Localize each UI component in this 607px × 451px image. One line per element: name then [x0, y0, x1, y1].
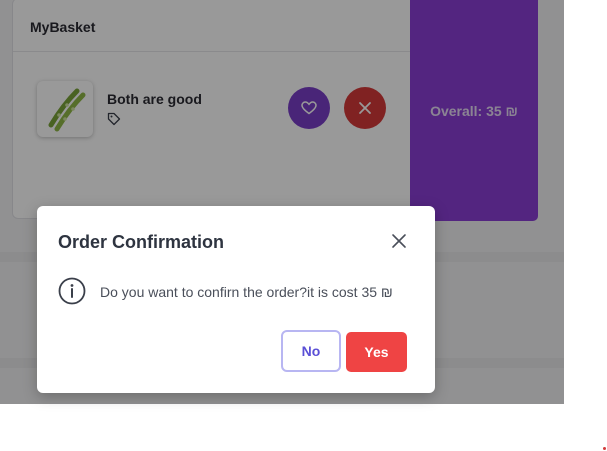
edge-marker — [603, 447, 606, 450]
yes-button[interactable]: Yes — [346, 332, 407, 372]
dialog-title: Order Confirmation — [58, 232, 225, 252]
dialog-message: Do you want to confirn the order?it is c… — [100, 284, 393, 300]
info-circle-icon — [58, 277, 86, 305]
close-icon — [392, 234, 406, 248]
dialog-close-button[interactable] — [389, 231, 409, 251]
order-confirmation-dialog: Order Confirmation Do you want to confir… — [37, 206, 435, 393]
no-button[interactable]: No — [281, 330, 341, 372]
